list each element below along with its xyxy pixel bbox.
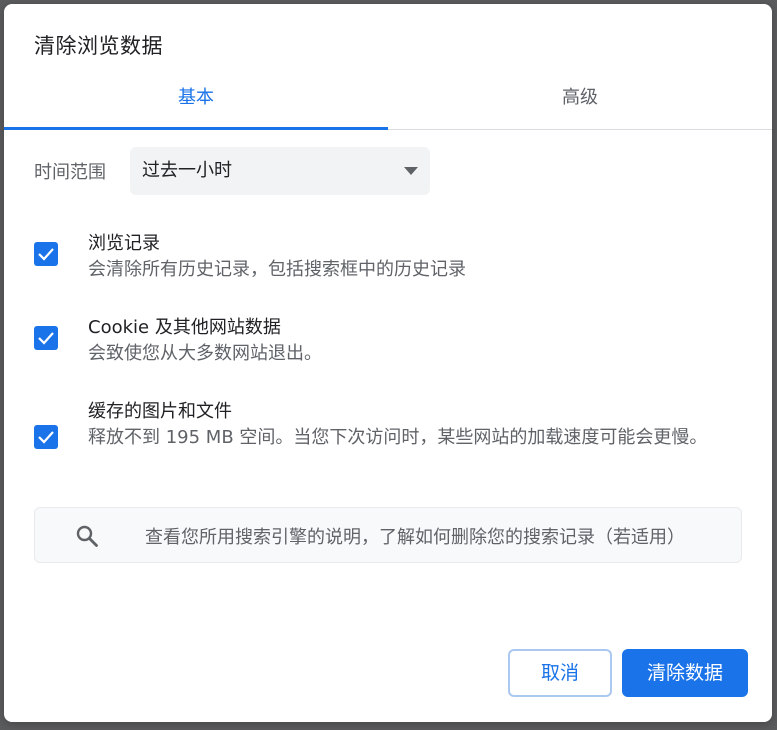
item-desc-cookies: 会致使您从大多数网站退出。 xyxy=(88,343,322,364)
checkmark-icon xyxy=(38,248,54,261)
tab-selected-indicator xyxy=(4,127,388,130)
checkbox-cookies[interactable] xyxy=(34,326,58,350)
time-range-value: 过去一小时 xyxy=(142,160,232,181)
item-title-cookies: Cookie 及其他网站数据 xyxy=(88,317,281,338)
item-title-browsing-history: 浏览记录 xyxy=(88,233,160,254)
checkbox-cached-files[interactable] xyxy=(34,425,58,449)
search-icon xyxy=(76,525,98,547)
search-engine-link[interactable]: 查看您所用搜索引擎的说明，了解如何删除您的搜索记录（若适用） xyxy=(34,507,742,563)
checkbox-browsing-history[interactable] xyxy=(34,242,58,266)
item-desc-cached-files: 释放不到 195 MB 空间。当您下次访问时，某些网站的加载速度可能会更慢。 xyxy=(88,427,708,448)
time-range-select[interactable]: 过去一小时 xyxy=(130,147,430,195)
dialog-title: 清除浏览数据 xyxy=(34,34,163,58)
tab-bar: 基本 高级 xyxy=(4,78,772,130)
chevron-down-icon xyxy=(404,167,418,175)
time-range-label: 时间范围 xyxy=(34,162,106,183)
item-title-cached-files: 缓存的图片和文件 xyxy=(88,401,232,422)
checkmark-icon xyxy=(38,431,54,444)
tab-advanced[interactable]: 高级 xyxy=(388,78,772,129)
clear-data-button[interactable]: 清除数据 xyxy=(622,649,748,697)
search-engine-link-text: 查看您所用搜索引擎的说明，了解如何删除您的搜索记录（若适用） xyxy=(145,527,685,548)
item-desc-browsing-history: 会清除所有历史记录，包括搜索框中的历史记录 xyxy=(88,259,466,280)
clear-browsing-data-dialog: 清除浏览数据 基本 高级 时间范围 过去一小时 浏览记录 会清除所有历史记录，包… xyxy=(4,4,772,722)
checkmark-icon xyxy=(38,332,54,345)
cancel-button[interactable]: 取消 xyxy=(508,649,612,697)
tab-basic[interactable]: 基本 xyxy=(4,78,388,129)
